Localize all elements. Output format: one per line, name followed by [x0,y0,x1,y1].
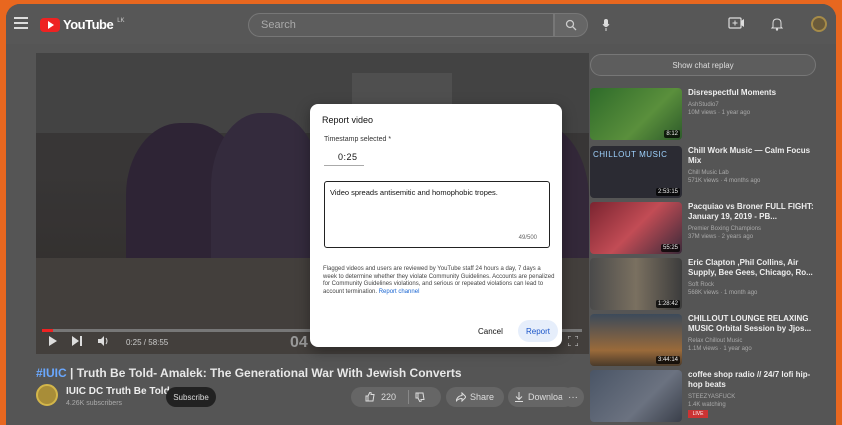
report-button[interactable]: Report [518,320,558,342]
recommended-video[interactable]: CHILLOUT MUSIC 2:53:15 Chill Work Music … [590,146,830,200]
thumbs-up-icon [365,392,375,402]
share-button[interactable]: Share [446,387,504,407]
notifications-bell-icon[interactable] [769,16,785,32]
rec-meta: 1.1M views · 1 year ago [688,346,752,352]
download-icon [514,392,523,402]
user-avatar[interactable] [811,16,827,32]
video-thumbnail[interactable]: 1:28:42 [590,258,682,310]
rec-meta: 568K views · 1 month ago [688,290,758,296]
volume-icon[interactable] [98,336,110,348]
rec-channel[interactable]: STEEZYASFUCK [688,393,824,401]
time-display: 0:25 / 58:55 [126,338,169,347]
video-thumbnail[interactable]: 55:25 [590,202,682,254]
channel-avatar[interactable] [36,384,58,406]
duration-badge: 2:53:15 [655,188,680,196]
duration-badge: 55:25 [660,244,680,252]
search-input[interactable]: Search [248,13,554,37]
report-reason-text: Video spreads antisemitic and homophobic… [330,188,498,197]
top-bar: YouTube LK Search [6,4,836,44]
show-chat-replay-button[interactable]: Show chat replay [590,54,816,76]
mic-icon [602,19,610,31]
video-thumbnail[interactable] [590,370,682,422]
notice-text: Flagged videos and users are reviewed by… [323,266,555,295]
report-channel-link[interactable]: Report channel [379,289,420,295]
rec-title[interactable]: Eric Clapton ,Phil Collins, Air Supply, … [688,258,824,278]
rec-title[interactable]: CHILLOUT LOUNGE RELAXING MUSIC Orbital S… [688,314,824,334]
play-icon[interactable] [48,336,60,348]
thumbnail-text: CHILLOUT MUSIC [593,150,668,159]
recommended-video[interactable]: 8:12 Disrespectful Moments AshStudio7 10… [590,88,830,142]
share-label: Share [469,392,495,402]
rec-channel[interactable]: AshStudio7 [688,101,824,109]
timestamp-label: Timestamp selected * [324,136,392,143]
video-title: #IUIC | Truth Be Told- Amalek: The Gener… [36,366,462,380]
rec-title[interactable]: Disrespectful Moments [688,88,824,98]
logo-text: YouTube [63,17,114,32]
logo-country: LK [117,17,125,24]
live-badge: LIVE [688,410,708,418]
cancel-button[interactable]: Cancel [470,322,511,340]
progress-fill [42,329,53,332]
video-thumbnail[interactable]: 8:12 [590,88,682,140]
rec-title[interactable]: coffee shop radio // 24/7 lofi hip-hop b… [688,370,824,390]
duration-badge: 1:28:42 [655,300,680,308]
rec-channel[interactable]: Chill Music Lab [688,169,824,177]
recommended-video[interactable]: 55:25 Pacquiao vs Broner FULL FIGHT: Jan… [590,202,830,256]
rec-meta: 10M views · 1 year ago [688,110,751,116]
rec-title[interactable]: Pacquiao vs Broner FULL FIGHT: January 1… [688,202,824,222]
subscriber-count: 4.26K subscribers [66,400,123,407]
video-hashtag[interactable]: #IUIC [36,366,67,380]
recommended-video[interactable]: 1:28:42 Eric Clapton ,Phil Collins, Air … [590,258,830,312]
video-thumbnail[interactable]: CHILLOUT MUSIC 2:53:15 [590,146,682,198]
app-window: YouTube LK Search 0:25 / 58:55 04 #IUIC … [6,4,836,425]
video-overlay-text: 04 [290,334,308,351]
report-video-dialog: Report video Timestamp selected * 0:25 V… [310,104,562,347]
rec-meta: 37M views · 2 years ago [688,234,754,240]
thumbs-down-icon [415,392,425,402]
more-actions-button[interactable]: ··· [562,387,584,407]
create-icon[interactable] [728,16,744,30]
duration-badge: 3:44:14 [655,356,680,364]
review-notice: Flagged videos and users are reviewed by… [323,266,555,296]
like-count: 220 [381,392,397,402]
share-icon [455,392,466,402]
search-button[interactable] [554,13,588,37]
youtube-logo[interactable]: YouTube LK [40,17,125,32]
rec-meta: 571K views · 4 months ago [688,178,761,184]
duration-badge: 8:12 [664,130,680,138]
recommended-video[interactable]: 3:44:14 CHILLOUT LOUNGE RELAXING MUSIC O… [590,314,830,368]
character-counter: 49/500 [518,235,537,241]
channel-name[interactable]: IUIC DC Truth Be Told [66,386,170,397]
video-title-text: | Truth Be Told- Amalek: The Generationa… [66,366,462,380]
video-thumbnail[interactable]: 3:44:14 [590,314,682,366]
mic-button[interactable] [596,14,616,36]
menu-icon[interactable] [14,17,28,29]
fullscreen-icon[interactable] [567,335,580,348]
rec-title[interactable]: Chill Work Music — Calm Focus Mix [688,146,824,166]
subscribe-button[interactable]: Subscribe [166,387,216,407]
like-dislike-button[interactable]: 220 [351,387,441,407]
dialog-title: Report video [322,115,374,125]
rec-channel[interactable]: Premier Boxing Champions [688,225,824,233]
search-icon [565,19,577,31]
timestamp-field[interactable]: 0:25 [338,152,358,162]
rec-channel[interactable]: Relax Chillout Music [688,337,824,345]
youtube-play-icon [40,17,60,32]
next-icon[interactable] [72,336,84,348]
rec-meta: 1.4K watching [688,402,726,408]
report-reason-textarea[interactable]: Video spreads antisemitic and homophobic… [324,181,550,248]
recommended-video[interactable]: coffee shop radio // 24/7 lofi hip-hop b… [590,370,830,424]
rec-channel[interactable]: Soft Rock [688,281,824,289]
